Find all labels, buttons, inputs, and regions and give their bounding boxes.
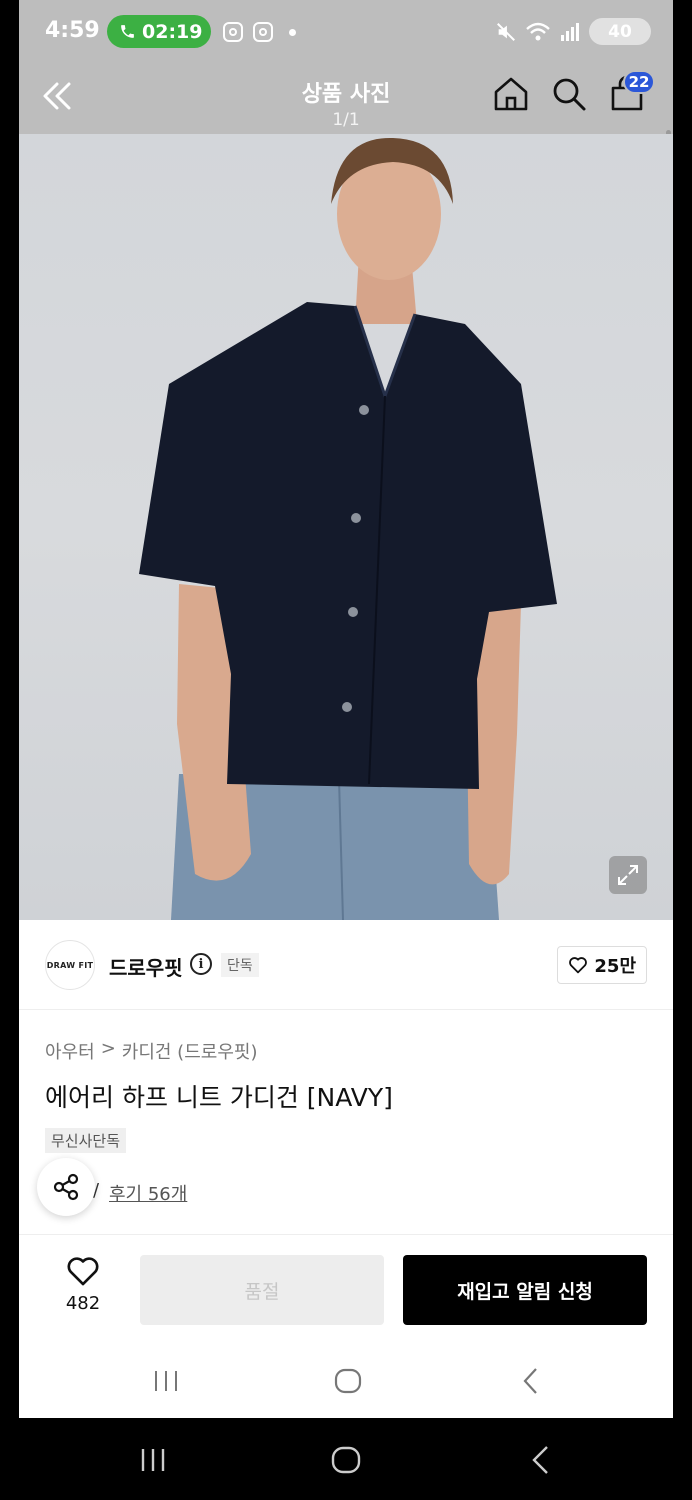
brand-like-count: 25만 [594,956,636,977]
home-icon [494,77,528,111]
breadcrumb: 아우터 > 카디건 (드로우핏) [45,1038,257,1064]
product-name: 에어리 하프 니트 가디건 [NAVY] [45,1083,393,1112]
home-nav-icon [334,1368,362,1394]
instagram-icon [253,22,273,42]
system-back-button[interactable] [528,1444,554,1476]
cart-count-badge: 22 [623,70,655,94]
purchase-action-bar: 482 품절 재입고 알림 신청 [19,1234,673,1346]
recent-apps-icon [155,1371,177,1391]
battery-indicator: 40 [589,18,651,45]
breadcrumb-category[interactable]: 아우터 [45,1038,95,1064]
share-button[interactable] [37,1158,95,1216]
expand-button[interactable] [609,856,647,894]
home-nav-icon [331,1446,361,1474]
wishlist-count: 482 [65,1293,101,1314]
heart-icon [569,957,588,974]
chevron-left-icon [532,1446,548,1474]
breadcrumb-subcategory[interactable]: 카디건 (드로우핏) [122,1038,258,1064]
search-icon [553,78,586,111]
phone-icon [121,25,134,38]
wifi-icon [526,22,550,40]
share-icon [53,1173,79,1201]
instagram-icon [223,22,243,42]
model-image [139,137,557,920]
button-2 [351,513,361,523]
exclusive-tag: 단독 [221,953,259,977]
home-button[interactable] [491,74,531,114]
notification-dot-icon [289,29,296,36]
brand-like-button[interactable]: 25만 [557,946,647,984]
status-bar: 4:59 02:19 40 [19,0,673,62]
brand-row: DRAW FIT 드로우핏 i 단독 25만 [19,920,673,1010]
product-photo[interactable] [19,134,673,920]
mute-icon [497,22,515,41]
system-recent-apps-button[interactable] [138,1446,168,1474]
brand-logo[interactable]: DRAW FIT [45,940,95,990]
signal-icon [561,22,579,41]
ongoing-call-pill[interactable]: 02:19 [107,15,211,48]
home-nav-button[interactable] [333,1367,363,1395]
restock-alert-button[interactable]: 재입고 알림 신청 [403,1255,647,1325]
brand-name[interactable]: 드로우핏 [109,952,183,981]
reviews-link[interactable]: 후기 56개 [109,1180,187,1206]
soldout-button: 품절 [140,1255,384,1325]
breadcrumb-separator: > [100,1038,116,1059]
system-home-button[interactable] [330,1445,362,1475]
inner-navigation-bar [19,1346,673,1418]
back-nav-button[interactable] [519,1366,543,1396]
recent-apps-icon [141,1449,165,1471]
system-navigation-bar [0,1418,692,1500]
musinsa-exclusive-tag: 무신사단독 [45,1128,127,1153]
button-4 [342,702,352,712]
photo-viewer-header: 상품 사진 1/1 22 [19,62,673,196]
button-1 [359,405,369,415]
search-button[interactable] [549,74,589,114]
wishlist-button[interactable]: 482 [49,1255,117,1314]
status-right-group: 40 [495,18,651,45]
status-time: 4:59 [45,18,100,43]
heart-icon [67,1257,99,1286]
info-icon[interactable]: i [190,953,212,975]
recent-apps-button[interactable] [151,1368,181,1394]
expand-icon [618,865,638,885]
button-3 [348,607,358,617]
chevron-left-icon [523,1368,537,1394]
app-screen: 4:59 02:19 40 상품 사진 1/1 22 DRAW FIT 드로우핏… [19,0,673,1418]
call-timer: 02:19 [142,20,203,43]
